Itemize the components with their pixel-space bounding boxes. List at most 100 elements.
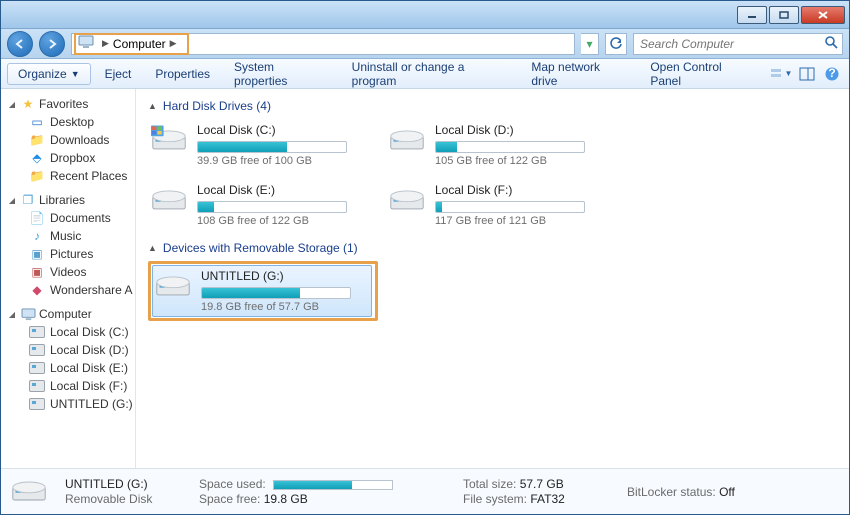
- desktop-icon: ▭: [29, 115, 45, 129]
- drive-tile[interactable]: UNTITLED (G:) 19.8 GB free of 57.7 GB: [152, 265, 372, 317]
- organize-button[interactable]: Organize ▼: [7, 63, 91, 85]
- drive-icon: [11, 477, 51, 507]
- collapse-icon: ◢: [7, 100, 17, 109]
- capacity-bar: [435, 141, 585, 153]
- favorites-group[interactable]: ◢ ★ Favorites: [5, 95, 135, 113]
- sidebar-item-wondershare[interactable]: ◆Wondershare A: [5, 281, 135, 299]
- collapse-icon: ▲: [148, 243, 157, 253]
- drive-tile[interactable]: Local Disk (C:) 39.9 GB free of 100 GB: [148, 119, 368, 171]
- details-title: UNTITLED (G:): [65, 477, 185, 491]
- titlebar: [1, 1, 849, 29]
- capacity-bar: [197, 141, 347, 153]
- sidebar-item-recent[interactable]: 📁Recent Places: [5, 167, 135, 185]
- eject-button[interactable]: Eject: [95, 64, 142, 84]
- drive-icon: [155, 269, 191, 301]
- sidebar-item-pictures[interactable]: ▣Pictures: [5, 245, 135, 263]
- sidebar-item-drive-e[interactable]: Local Disk (E:): [5, 359, 135, 377]
- computer-icon: [20, 308, 36, 321]
- chevron-right-icon: ▶: [170, 38, 177, 49]
- removable-section-header[interactable]: ▲ Devices with Removable Storage (1): [148, 241, 839, 255]
- refresh-button[interactable]: [605, 33, 627, 55]
- control-panel-button[interactable]: Open Control Panel: [640, 57, 762, 91]
- sidebar-item-drive-f[interactable]: Local Disk (F:): [5, 377, 135, 395]
- drive-free-text: 108 GB free of 122 GB: [197, 215, 347, 227]
- space-used-bar: [273, 480, 393, 490]
- chevron-down-icon: ▼: [784, 69, 792, 78]
- drive-free-text: 105 GB free of 122 GB: [435, 155, 585, 167]
- drive-name: UNTITLED (G:): [201, 269, 351, 285]
- capacity-bar: [201, 287, 351, 299]
- drive-tile[interactable]: Local Disk (D:) 105 GB free of 122 GB: [386, 119, 606, 171]
- sidebar-item-desktop[interactable]: ▭Desktop: [5, 113, 135, 131]
- drive-name: Local Disk (D:): [435, 123, 585, 139]
- capacity-bar: [197, 201, 347, 213]
- chevron-down-icon: ▼: [71, 69, 80, 79]
- hdd-section-header[interactable]: ▲ Hard Disk Drives (4): [148, 99, 839, 113]
- details-subtitle: Removable Disk: [65, 492, 185, 506]
- forward-button[interactable]: [39, 31, 65, 57]
- sidebar-item-dropbox[interactable]: ⬘Dropbox: [5, 149, 135, 167]
- drive-icon: [29, 398, 45, 410]
- collapse-icon: ◢: [7, 310, 17, 319]
- computer-icon: [78, 35, 98, 52]
- folder-icon: 📁: [29, 133, 45, 147]
- sidebar-item-downloads[interactable]: 📁Downloads: [5, 131, 135, 149]
- properties-button[interactable]: Properties: [145, 64, 220, 84]
- uninstall-button[interactable]: Uninstall or change a program: [342, 57, 518, 91]
- drive-tile[interactable]: Local Disk (F:) 117 GB free of 121 GB: [386, 179, 606, 231]
- computer-group[interactable]: ◢ Computer: [5, 305, 135, 323]
- help-button[interactable]: ?: [822, 63, 843, 85]
- sidebar-item-drive-d[interactable]: Local Disk (D:): [5, 341, 135, 359]
- chevron-right-icon: ▶: [102, 38, 109, 49]
- drive-free-text: 19.8 GB free of 57.7 GB: [201, 301, 351, 313]
- close-button[interactable]: [801, 6, 845, 24]
- back-button[interactable]: [7, 31, 33, 57]
- capacity-bar: [435, 201, 585, 213]
- drive-icon: [389, 123, 425, 155]
- star-icon: ★: [20, 97, 36, 111]
- view-options-button[interactable]: ▼: [770, 63, 792, 85]
- drive-icon: [151, 123, 187, 155]
- details-pane: UNTITLED (G:) Removable Disk Space used:…: [1, 468, 849, 514]
- drive-tile[interactable]: Local Disk (E:) 108 GB free of 122 GB: [148, 179, 368, 231]
- sidebar-item-videos[interactable]: ▣Videos: [5, 263, 135, 281]
- search-box[interactable]: [633, 33, 843, 55]
- system-properties-button[interactable]: System properties: [224, 57, 338, 91]
- body: ◢ ★ Favorites ▭Desktop 📁Downloads ⬘Dropb…: [1, 89, 849, 468]
- videos-icon: ▣: [29, 265, 45, 279]
- dropbox-icon: ⬘: [29, 151, 45, 165]
- selection-highlight: UNTITLED (G:) 19.8 GB free of 57.7 GB: [148, 261, 378, 321]
- drive-name: Local Disk (E:): [197, 183, 347, 199]
- drive-free-text: 39.9 GB free of 100 GB: [197, 155, 347, 167]
- address-dropdown[interactable]: ▾: [581, 33, 599, 55]
- search-input[interactable]: [638, 36, 824, 52]
- pictures-icon: ▣: [29, 247, 45, 261]
- organize-label: Organize: [18, 67, 67, 81]
- sidebar-item-drive-g[interactable]: UNTITLED (G:): [5, 395, 135, 413]
- drive-icon: [29, 380, 45, 392]
- nav-row: ▶ Computer ▶ ▾: [1, 29, 849, 59]
- navigation-pane: ◢ ★ Favorites ▭Desktop 📁Downloads ⬘Dropb…: [1, 89, 136, 468]
- music-icon: ♪: [29, 229, 45, 243]
- sidebar-item-documents[interactable]: 📄Documents: [5, 209, 135, 227]
- drive-icon: [151, 183, 187, 215]
- libraries-group[interactable]: ◢ ❐ Libraries: [5, 191, 135, 209]
- command-bar: Organize ▼ Eject Properties System prope…: [1, 59, 849, 89]
- drive-icon: [29, 362, 45, 374]
- address-bar[interactable]: ▶ Computer ▶: [71, 33, 575, 55]
- drive-name: Local Disk (F:): [435, 183, 585, 199]
- sidebar-item-music[interactable]: ♪Music: [5, 227, 135, 245]
- minimize-button[interactable]: [737, 6, 767, 24]
- libraries-icon: ❐: [20, 193, 36, 207]
- content-pane: ▲ Hard Disk Drives (4) Local Disk (C:) 3…: [136, 89, 849, 468]
- search-icon: [824, 35, 838, 52]
- map-network-drive-button[interactable]: Map network drive: [521, 57, 636, 91]
- preview-pane-button[interactable]: [796, 63, 817, 85]
- documents-icon: 📄: [29, 211, 45, 225]
- sidebar-item-drive-c[interactable]: Local Disk (C:): [5, 323, 135, 341]
- wondershare-icon: ◆: [29, 283, 45, 297]
- collapse-icon: ◢: [7, 196, 17, 205]
- drive-name: Local Disk (C:): [197, 123, 347, 139]
- maximize-button[interactable]: [769, 6, 799, 24]
- recent-icon: 📁: [29, 169, 45, 183]
